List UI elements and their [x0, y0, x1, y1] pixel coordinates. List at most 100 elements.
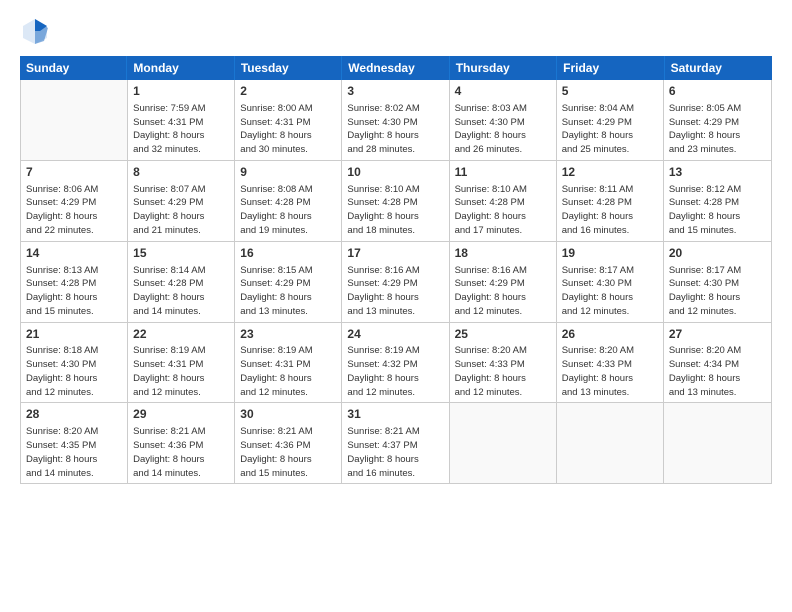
cell-info: Sunrise: 8:21 AM Sunset: 4:36 PM Dayligh…: [240, 425, 336, 480]
cell-info: Sunrise: 8:20 AM Sunset: 4:33 PM Dayligh…: [562, 344, 658, 399]
day-number: 5: [562, 83, 658, 100]
cal-cell: 28Sunrise: 8:20 AM Sunset: 4:35 PM Dayli…: [21, 403, 128, 483]
cell-info: Sunrise: 8:05 AM Sunset: 4:29 PM Dayligh…: [669, 102, 766, 157]
cell-info: Sunrise: 8:06 AM Sunset: 4:29 PM Dayligh…: [26, 183, 122, 238]
cal-cell: [21, 80, 128, 160]
day-number: 3: [347, 83, 443, 100]
cal-cell: 11Sunrise: 8:10 AM Sunset: 4:28 PM Dayli…: [450, 161, 557, 241]
day-number: 21: [26, 326, 122, 343]
cal-cell: 12 Sunrise: 8:11 AM Sunset: 4:28 PM Dayli…: [557, 161, 664, 241]
cell-info: Sunrise: 8:19 AM Sunset: 4:31 PM Dayligh…: [133, 344, 229, 399]
cal-cell: 15 Sunrise: 8:14 AM Sunset: 4:28 PM Dayli…: [128, 242, 235, 322]
cell-info: Sunrise: 8:03 AM Sunset: 4:30 PM Dayligh…: [455, 102, 551, 157]
header-cell-friday: Friday: [557, 56, 664, 80]
cal-cell: [557, 403, 664, 483]
cell-info: Sunrise: 7:59 AM Sunset: 4:31 PM Dayligh…: [133, 102, 229, 157]
cal-cell: 13Sunrise: 8:12 AM Sunset: 4:28 PM Dayli…: [664, 161, 771, 241]
cell-info: Sunrise: 8:16 AM Sunset: 4:29 PM Dayligh…: [347, 264, 443, 319]
calendar: SundayMondayTuesdayWednesdayThursdayFrid…: [20, 56, 772, 602]
day-number: 10: [347, 164, 443, 181]
day-number: 25: [455, 326, 551, 343]
cell-info: Sunrise: 8:13 AM Sunset: 4:28 PM Dayligh…: [26, 264, 122, 319]
cell-info: Sunrise: 8:17 AM Sunset: 4:30 PM Dayligh…: [669, 264, 766, 319]
cal-cell: 30 Sunrise: 8:21 AM Sunset: 4:36 PM Dayli…: [235, 403, 342, 483]
day-number: 12: [562, 164, 658, 181]
cell-info: Sunrise: 8:11 AM Sunset: 4:28 PM Dayligh…: [562, 183, 658, 238]
day-number: 2: [240, 83, 336, 100]
page: SundayMondayTuesdayWednesdayThursdayFrid…: [0, 0, 792, 612]
cell-info: Sunrise: 8:10 AM Sunset: 4:28 PM Dayligh…: [347, 183, 443, 238]
cal-cell: 24Sunrise: 8:19 AM Sunset: 4:32 PM Dayli…: [342, 323, 449, 403]
day-number: 17: [347, 245, 443, 262]
day-number: 19: [562, 245, 658, 262]
cell-info: Sunrise: 8:19 AM Sunset: 4:32 PM Dayligh…: [347, 344, 443, 399]
day-number: 16: [240, 245, 336, 262]
day-number: 4: [455, 83, 551, 100]
cal-cell: 9 Sunrise: 8:08 AM Sunset: 4:28 PM Daylig…: [235, 161, 342, 241]
day-number: 22: [133, 326, 229, 343]
cal-cell: 21Sunrise: 8:18 AM Sunset: 4:30 PM Dayli…: [21, 323, 128, 403]
cal-cell: 26Sunrise: 8:20 AM Sunset: 4:33 PM Dayli…: [557, 323, 664, 403]
day-number: 1: [133, 83, 229, 100]
cal-week-2: 7Sunrise: 8:06 AM Sunset: 4:29 PM Daylig…: [21, 161, 771, 242]
cal-cell: 25Sunrise: 8:20 AM Sunset: 4:33 PM Dayli…: [450, 323, 557, 403]
cell-info: Sunrise: 8:17 AM Sunset: 4:30 PM Dayligh…: [562, 264, 658, 319]
cell-info: Sunrise: 8:18 AM Sunset: 4:30 PM Dayligh…: [26, 344, 122, 399]
cal-cell: [664, 403, 771, 483]
header-cell-thursday: Thursday: [450, 56, 557, 80]
day-number: 8: [133, 164, 229, 181]
cell-info: Sunrise: 8:19 AM Sunset: 4:31 PM Dayligh…: [240, 344, 336, 399]
cell-info: Sunrise: 8:00 AM Sunset: 4:31 PM Dayligh…: [240, 102, 336, 157]
header-cell-sunday: Sunday: [20, 56, 127, 80]
cal-week-5: 28Sunrise: 8:20 AM Sunset: 4:35 PM Dayli…: [21, 403, 771, 483]
day-number: 29: [133, 406, 229, 423]
day-number: 23: [240, 326, 336, 343]
cell-info: Sunrise: 8:14 AM Sunset: 4:28 PM Dayligh…: [133, 264, 229, 319]
cell-info: Sunrise: 8:15 AM Sunset: 4:29 PM Dayligh…: [240, 264, 336, 319]
cal-cell: 27Sunrise: 8:20 AM Sunset: 4:34 PM Dayli…: [664, 323, 771, 403]
cal-cell: 14 Sunrise: 8:13 AM Sunset: 4:28 PM Dayli…: [21, 242, 128, 322]
day-number: 30: [240, 406, 336, 423]
cell-info: Sunrise: 8:21 AM Sunset: 4:37 PM Dayligh…: [347, 425, 443, 480]
cal-cell: 2 Sunrise: 8:00 AM Sunset: 4:31 PM Daylig…: [235, 80, 342, 160]
cal-cell: 29 Sunrise: 8:21 AM Sunset: 4:36 PM Dayli…: [128, 403, 235, 483]
cal-cell: 10 Sunrise: 8:10 AM Sunset: 4:28 PM Dayli…: [342, 161, 449, 241]
header-cell-monday: Monday: [127, 56, 234, 80]
calendar-body: 1 Sunrise: 7:59 AM Sunset: 4:31 PM Daylig…: [20, 80, 772, 484]
cal-cell: 16 Sunrise: 8:15 AM Sunset: 4:29 PM Dayli…: [235, 242, 342, 322]
day-number: 18: [455, 245, 551, 262]
cal-cell: 6 Sunrise: 8:05 AM Sunset: 4:29 PM Daylig…: [664, 80, 771, 160]
header-cell-tuesday: Tuesday: [235, 56, 342, 80]
cell-info: Sunrise: 8:04 AM Sunset: 4:29 PM Dayligh…: [562, 102, 658, 157]
day-number: 15: [133, 245, 229, 262]
cell-info: Sunrise: 8:08 AM Sunset: 4:28 PM Dayligh…: [240, 183, 336, 238]
cell-info: Sunrise: 8:21 AM Sunset: 4:36 PM Dayligh…: [133, 425, 229, 480]
day-number: 6: [669, 83, 766, 100]
cal-cell: 1 Sunrise: 7:59 AM Sunset: 4:31 PM Daylig…: [128, 80, 235, 160]
day-number: 14: [26, 245, 122, 262]
day-number: 9: [240, 164, 336, 181]
logo: [20, 16, 52, 46]
cal-cell: 4 Sunrise: 8:03 AM Sunset: 4:30 PM Daylig…: [450, 80, 557, 160]
cal-cell: 19 Sunrise: 8:17 AM Sunset: 4:30 PM Dayli…: [557, 242, 664, 322]
header-cell-saturday: Saturday: [665, 56, 772, 80]
cal-cell: 18 Sunrise: 8:16 AM Sunset: 4:29 PM Dayli…: [450, 242, 557, 322]
cal-week-1: 1 Sunrise: 7:59 AM Sunset: 4:31 PM Daylig…: [21, 80, 771, 161]
cell-info: Sunrise: 8:16 AM Sunset: 4:29 PM Dayligh…: [455, 264, 551, 319]
day-number: 31: [347, 406, 443, 423]
day-number: 26: [562, 326, 658, 343]
cell-info: Sunrise: 8:02 AM Sunset: 4:30 PM Dayligh…: [347, 102, 443, 157]
cal-week-3: 14 Sunrise: 8:13 AM Sunset: 4:28 PM Dayli…: [21, 242, 771, 323]
cal-week-4: 21Sunrise: 8:18 AM Sunset: 4:30 PM Dayli…: [21, 323, 771, 404]
cal-cell: 22Sunrise: 8:19 AM Sunset: 4:31 PM Dayli…: [128, 323, 235, 403]
header-cell-wednesday: Wednesday: [342, 56, 449, 80]
cal-cell: 7Sunrise: 8:06 AM Sunset: 4:29 PM Daylig…: [21, 161, 128, 241]
day-number: 13: [669, 164, 766, 181]
cal-cell: 31 Sunrise: 8:21 AM Sunset: 4:37 PM Dayli…: [342, 403, 449, 483]
logo-icon: [20, 16, 50, 46]
day-number: 24: [347, 326, 443, 343]
cell-info: Sunrise: 8:07 AM Sunset: 4:29 PM Dayligh…: [133, 183, 229, 238]
cal-cell: [450, 403, 557, 483]
cell-info: Sunrise: 8:20 AM Sunset: 4:33 PM Dayligh…: [455, 344, 551, 399]
cell-info: Sunrise: 8:10 AM Sunset: 4:28 PM Dayligh…: [455, 183, 551, 238]
